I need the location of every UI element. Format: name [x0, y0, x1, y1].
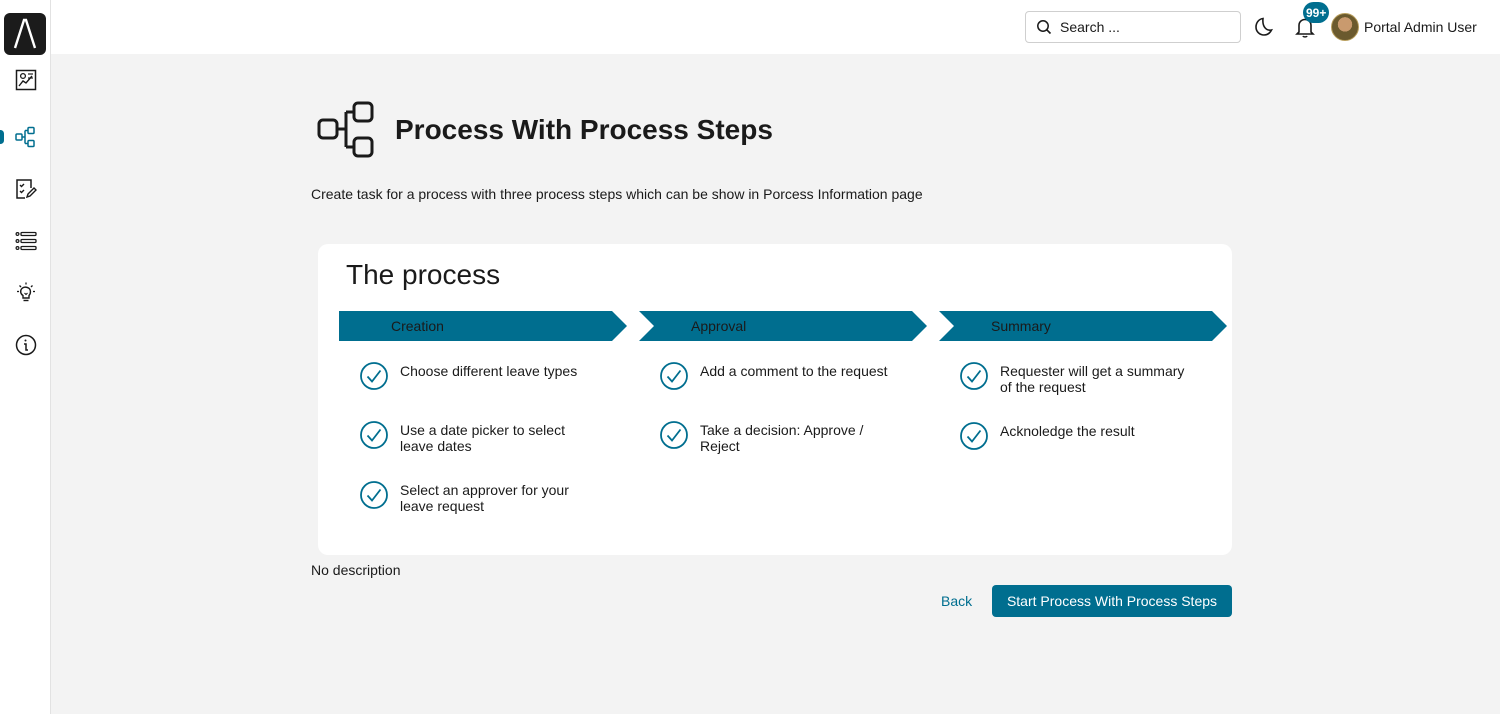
step-header: Summary — [939, 311, 1227, 341]
step-header: Creation — [339, 311, 627, 341]
step-item-text: Choose different leave types — [400, 363, 578, 379]
process-tree-icon — [317, 101, 374, 158]
step-item: Acknoledge the result — [959, 421, 1190, 451]
sidebar-item-about[interactable] — [0, 325, 51, 365]
active-indicator — [0, 130, 4, 144]
notification-badge: 99+ — [1303, 2, 1330, 23]
step-column-creation: Creation Choose different leave types Us… — [339, 311, 627, 514]
sidebar-item-processes[interactable] — [0, 117, 51, 157]
no-description-text: No description — [311, 562, 401, 578]
dashboard-chart-icon — [15, 69, 36, 91]
step-item: Use a date picker to select leave dates — [359, 420, 590, 454]
process-steps-card: The process Creation Choose different le… — [318, 244, 1232, 555]
avatar — [1331, 13, 1359, 41]
step-item: Choose different leave types — [359, 361, 590, 391]
sidebar-item-cases[interactable] — [0, 221, 51, 261]
step-item-text: Acknoledge the result — [1000, 423, 1135, 439]
user-name: Portal Admin User — [1364, 19, 1477, 35]
step-item-text: Requester will get a summary of the requ… — [1000, 363, 1185, 395]
lightbulb-icon — [16, 282, 35, 302]
card-title: The process — [346, 259, 501, 290]
search-input[interactable] — [1060, 19, 1220, 35]
theme-toggle-button[interactable] — [1251, 14, 1275, 40]
step-label: Creation — [391, 318, 444, 334]
step-item: Requester will get a summary of the requ… — [959, 361, 1190, 395]
moon-icon — [1255, 17, 1273, 36]
step-item-text: Use a date picker to select leave dates — [400, 422, 565, 454]
task-edit-icon — [15, 179, 37, 199]
check-circle-icon — [360, 421, 388, 449]
info-icon — [15, 334, 36, 356]
step-item-text: Select an approver for your leave reques… — [400, 482, 569, 514]
page-title: Process With Process Steps — [395, 114, 773, 145]
step-header: Approval — [639, 311, 927, 341]
back-link[interactable]: Back — [941, 593, 972, 609]
sidebar-item-tasks[interactable] — [0, 169, 51, 209]
step-column-approval: Approval Add a comment to the request Ta… — [639, 311, 927, 454]
list-icon — [14, 231, 37, 251]
sidebar-item-dashboard[interactable] — [0, 60, 51, 100]
step-arrow-shape — [339, 311, 627, 341]
logo-icon — [13, 18, 37, 49]
check-circle-icon — [960, 362, 988, 390]
user-menu[interactable]: Portal Admin User — [1331, 12, 1477, 42]
check-circle-icon — [360, 481, 388, 509]
step-label: Approval — [691, 318, 747, 334]
step-item-text: Take a decision: Approve / Reject — [700, 422, 864, 454]
search-box[interactable] — [1025, 11, 1241, 43]
step-item: Add a comment to the request — [659, 361, 890, 391]
check-circle-icon — [960, 422, 988, 450]
check-circle-icon — [360, 362, 388, 390]
process-tree-icon — [14, 126, 35, 148]
page-header: Process With Process Steps — [316, 100, 773, 160]
step-arrow-shape — [639, 311, 927, 341]
step-label: Summary — [991, 318, 1051, 334]
check-circle-icon — [660, 421, 688, 449]
step-item: Take a decision: Approve / Reject — [659, 420, 890, 454]
step-item-text: Add a comment to the request — [700, 363, 888, 379]
app-logo[interactable] — [4, 13, 46, 55]
sidebar — [0, 0, 51, 714]
check-circle-icon — [660, 362, 688, 390]
start-process-button[interactable]: Start Process With Process Steps — [992, 585, 1232, 617]
step-item: Select an approver for your leave reques… — [359, 480, 590, 514]
step-arrow-shape — [939, 311, 1227, 341]
page-description: Create task for a process with three pro… — [311, 186, 923, 202]
top-header: 99+ Portal Admin User — [51, 0, 1500, 54]
sidebar-item-ideas[interactable] — [0, 273, 51, 313]
search-icon — [1037, 20, 1052, 35]
step-column-summary: Summary Requester will get a summary of … — [939, 311, 1227, 450]
